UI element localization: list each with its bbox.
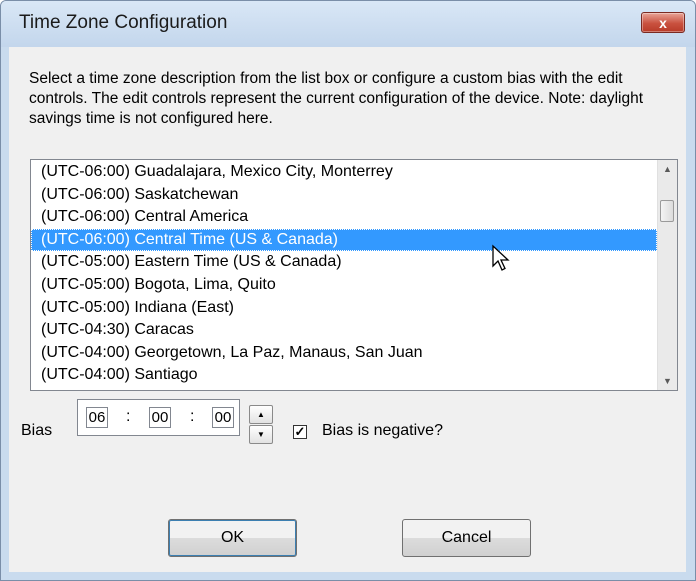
cancel-button[interactable]: Cancel: [402, 519, 531, 557]
mouse-pointer-icon: [492, 244, 510, 271]
bias-separator-2: :: [190, 408, 195, 425]
spin-up-button[interactable]: ▲: [249, 405, 273, 424]
window-title: Time Zone Configuration: [19, 12, 228, 33]
dialog-window: Time Zone Configuration x Select a time …: [0, 0, 696, 581]
bias-negative-checkbox[interactable]: ✓: [293, 425, 307, 439]
scroll-down-arrow-icon[interactable]: ▼: [658, 372, 677, 390]
instructions-text: Select a time zone description from the …: [29, 70, 644, 127]
list-item[interactable]: (UTC-04:00) Georgetown, La Paz, Manaus, …: [31, 342, 657, 365]
bias-hours-field[interactable]: 06: [86, 407, 108, 428]
list-item[interactable]: (UTC-06:00) Saskatchewan: [31, 184, 657, 207]
list-item[interactable]: (UTC-05:00) Eastern Time (US & Canada): [31, 251, 657, 274]
time-zone-listbox[interactable]: (UTC-06:00) Guadalajara, Mexico City, Mo…: [30, 159, 678, 391]
bias-label: Bias: [21, 422, 53, 439]
ok-button[interactable]: OK: [168, 519, 297, 557]
list-item-selected[interactable]: (UTC-06:00) Central Time (US & Canada): [31, 228, 657, 252]
title-bar[interactable]: Time Zone Configuration x: [1, 1, 695, 47]
time-zone-list: (UTC-06:00) Guadalajara, Mexico City, Mo…: [31, 161, 657, 387]
bias-negative-label[interactable]: Bias is negative?: [322, 422, 443, 440]
scroll-up-arrow-icon[interactable]: ▲: [658, 160, 677, 178]
close-icon: x: [659, 14, 667, 31]
list-item[interactable]: (UTC-06:00) Guadalajara, Mexico City, Mo…: [31, 161, 657, 184]
list-item[interactable]: (UTC-05:00) Indiana (East): [31, 297, 657, 320]
list-item[interactable]: (UTC-04:30) Caracas: [31, 319, 657, 342]
list-item[interactable]: (UTC-04:00) Santiago: [31, 364, 657, 387]
bias-edit-control: 06 : 00 : 00: [77, 399, 240, 436]
vertical-scrollbar[interactable]: ▲ ▼: [657, 160, 677, 390]
bias-seconds-field[interactable]: 00: [212, 407, 234, 428]
list-item[interactable]: (UTC-06:00) Central America: [31, 206, 657, 229]
list-item[interactable]: (UTC-05:00) Bogota, Lima, Quito: [31, 274, 657, 297]
scroll-thumb[interactable]: [660, 200, 674, 222]
spin-down-button[interactable]: ▼: [249, 425, 273, 444]
spin-up-arrow-icon: ▲: [257, 410, 265, 419]
close-button[interactable]: x: [641, 12, 685, 33]
bias-minutes-field[interactable]: 00: [149, 407, 171, 428]
spin-down-arrow-icon: ▼: [257, 430, 265, 439]
checkmark-icon: ✓: [294, 424, 306, 439]
bias-separator-1: :: [126, 408, 131, 425]
dialog-client-area: Select a time zone description from the …: [9, 47, 686, 572]
